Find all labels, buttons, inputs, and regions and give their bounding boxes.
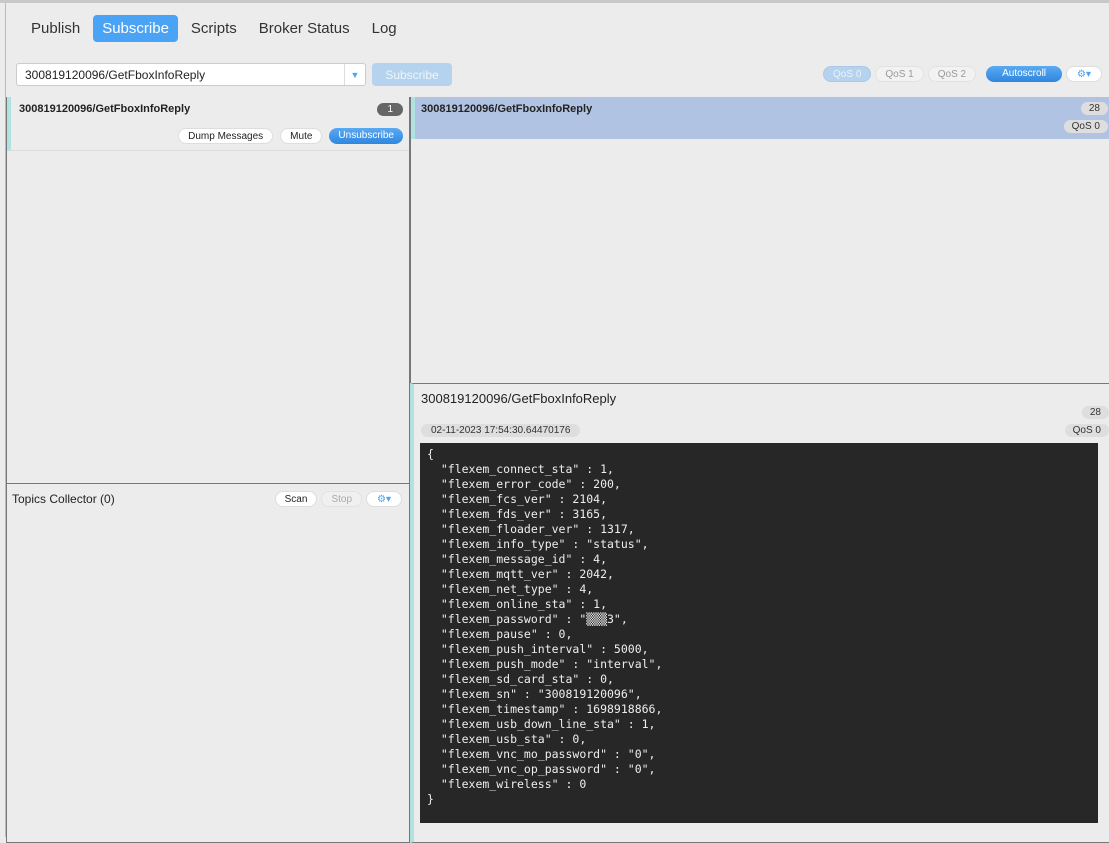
detail-qos-badge: QoS 0 [1064,424,1109,437]
message-list-item[interactable]: 300819120096/GetFboxInfoReply 28 QoS 0 [411,97,1109,139]
gear-icon: ⚙▾ [1077,69,1091,80]
settings-dropdown-button[interactable]: ⚙▾ [1066,66,1102,82]
unsubscribe-button[interactable]: Unsubscribe [329,128,403,144]
dump-messages-button[interactable]: Dump Messages [178,128,274,144]
message-qos-badge: QoS 0 [1063,120,1108,133]
chevron-down-icon[interactable]: ▼ [344,64,365,85]
collector-settings-button[interactable]: ⚙▾ [366,491,402,507]
detail-timestamp: 02-11-2023 17:54:30.64470176 [421,424,581,437]
tab-publish[interactable]: Publish [22,15,89,42]
message-list-panel: 300819120096/GetFboxInfoReply 28 QoS 0 [410,97,1109,384]
message-number-badge: 28 [1080,102,1108,115]
subscription-item[interactable]: 300819120096/GetFboxInfoReply 1 Dump Mes… [7,97,409,151]
detail-topic: 300819120096/GetFboxInfoReply [421,391,617,406]
message-payload: { "flexem_connect_sta" : 1, "flexem_erro… [420,443,1098,823]
topic-input[interactable]: 300819120096/GetFboxInfoReply [25,68,205,82]
tab-scripts[interactable]: Scripts [182,15,246,42]
subscriptions-panel: 300819120096/GetFboxInfoReply 1 Dump Mes… [6,97,410,484]
subscribe-button[interactable]: Subscribe [372,63,452,86]
autoscroll-button[interactable]: Autoscroll [986,66,1063,82]
subscription-topic: 300819120096/GetFboxInfoReply [19,103,191,115]
message-count-badge: 1 [377,103,403,116]
qos-1-button[interactable]: QoS 1 [875,66,924,82]
scan-button[interactable]: Scan [274,491,318,507]
qos-2-button[interactable]: QoS 2 [927,66,977,82]
topic-combobox[interactable]: 300819120096/GetFboxInfoReply ▼ [16,63,366,86]
tab-broker-status[interactable]: Broker Status [250,15,359,42]
topics-collector-panel: Topics Collector (0) Scan Stop ⚙▾ [6,483,410,843]
detail-number-badge: 28 [1081,406,1109,419]
message-topic: 300819120096/GetFboxInfoReply [421,103,593,115]
topics-collector-title: Topics Collector (0) [12,492,115,506]
message-detail-panel: 300819120096/GetFboxInfoReply 28 02-11-2… [410,383,1109,843]
subscribe-options: QoS 0 QoS 1 QoS 2 Autoscroll ⚙▾ [823,66,1102,82]
main-tabs: Publish Subscribe Scripts Broker Status … [22,15,406,42]
gear-icon: ⚙▾ [377,494,391,505]
tab-log[interactable]: Log [363,15,406,42]
mute-button[interactable]: Mute [280,128,323,144]
stop-button[interactable]: Stop [321,491,363,507]
window-top-border [0,0,1109,3]
tab-subscribe[interactable]: Subscribe [93,15,178,42]
qos-0-button[interactable]: QoS 0 [823,66,872,82]
